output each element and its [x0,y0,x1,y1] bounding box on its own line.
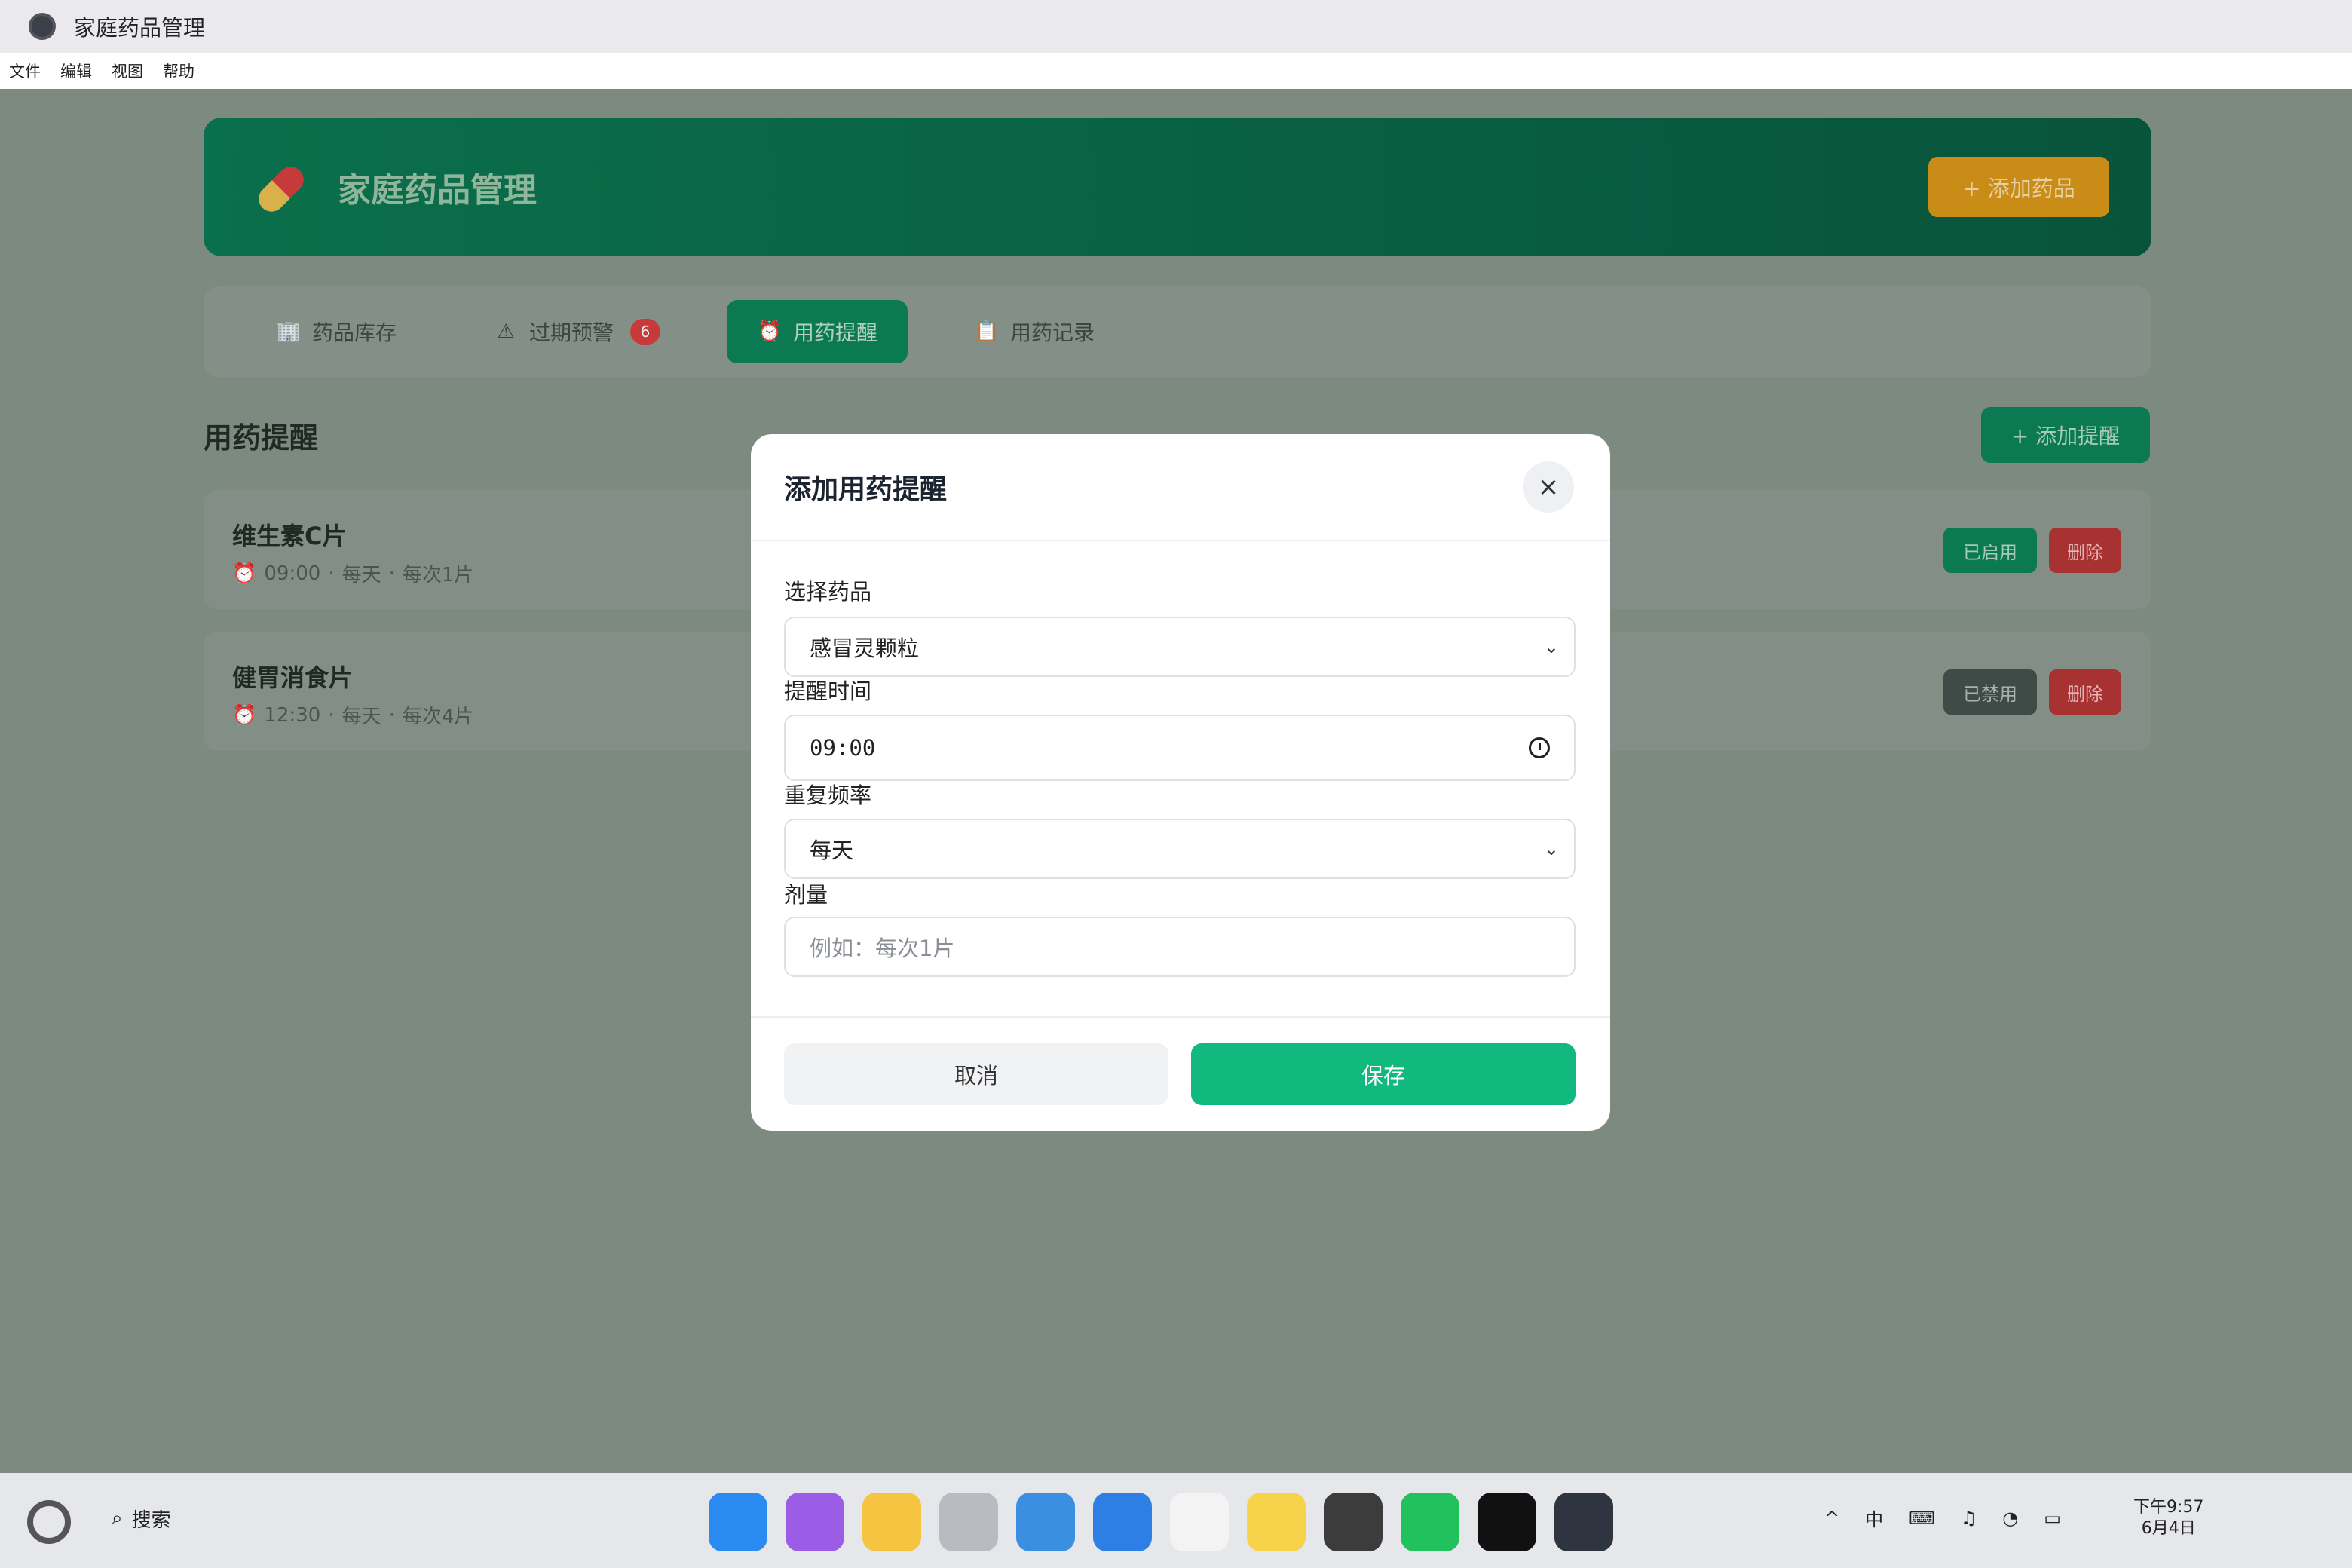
medicine-value: 感冒灵颗粒 [810,635,920,661]
chevron-up-icon[interactable]: ^ [1824,1508,1839,1529]
chevron-down-icon: ⌄ [1543,838,1559,859]
clipboard-icon: 📋 [974,320,1000,343]
dialog-footer-divider [751,1016,1610,1018]
dock [709,1493,1613,1551]
medicine-select[interactable]: 感冒灵颗粒 ⌄ [784,617,1576,677]
reminder-meta: ⏰ 09:00 · 每天 · 每次1片 [232,559,473,587]
wifi-icon[interactable]: ◔ [2002,1508,2018,1529]
tab-reminders[interactable]: ⏰ 用药提醒 [727,300,908,363]
start-button[interactable] [27,1500,71,1544]
tab-records[interactable]: 📋 用药记录 [944,300,1125,363]
dose-placeholder: 例如：每次1片 [810,936,955,961]
add-reminder-button[interactable]: + 添加提醒 [1981,407,2150,463]
clock-date: 6月4日 [2141,1519,2196,1538]
taskbar-search[interactable]: ⌕ 搜索 [112,1505,171,1533]
reminder-time: 09:00 [264,562,321,585]
tab-bar: 🏢 药品库存 ⚠ 过期预警 6 ⏰ 用药提醒 📋 用药记录 [204,286,2151,377]
app-title: 家庭药品管理 [338,171,537,210]
title-bar: 家庭药品管理 [0,0,2352,53]
taskbar: ⌕ 搜索 ^ 中 ⌨ ♫ ◔ ▭ 下午9:57 6月4日 [0,1473,2352,1568]
pill-icon [250,157,311,217]
add-reminder-dialog: 添加用药提醒 × 选择药品 感冒灵颗粒 ⌄ 提醒时间 09:00 重复频率 每天… [751,434,1610,1131]
menu-file[interactable]: 文件 [9,60,41,82]
headphones-icon[interactable]: ♫ [1961,1508,1977,1529]
add-medicine-button[interactable]: + 添加药品 [1928,157,2109,217]
time-label: 提醒时间 [784,678,872,704]
warning-icon: ⚠ [497,320,515,343]
reminder-meta: ⏰ 12:30 · 每天 · 每次4片 [232,701,473,729]
time-input[interactable]: 09:00 [784,715,1576,781]
launcher-icon[interactable] [709,1493,767,1551]
reminder-name: 健胃消食片 [232,663,354,692]
delete-button[interactable]: 删除 [2049,669,2121,715]
system-tray: ^ 中 ⌨ ♫ ◔ ▭ [1824,1505,2061,1531]
menu-edit[interactable]: 编辑 [60,60,92,82]
search-label: 搜索 [131,1509,171,1532]
count-badge: 6 [630,319,661,345]
alarm-clock-icon: ⏰ [757,320,782,343]
mail-icon[interactable] [1093,1493,1152,1551]
tab-label: 药品库存 [312,320,397,345]
building-icon: 🏢 [276,320,302,343]
status-toggle-button[interactable]: 已启用 [1943,528,2037,573]
music-icon[interactable] [1478,1493,1536,1551]
chevron-down-icon: ⌄ [1543,636,1559,657]
dialog-title: 添加用药提醒 [784,474,948,505]
clock-time: 下午9:57 [2133,1498,2204,1517]
app-header: 家庭药品管理 + 添加药品 [204,118,2151,256]
tab-label: 过期预警 [529,320,614,345]
reminder-time: 12:30 [264,703,321,727]
electron-app-icon[interactable] [1554,1493,1613,1551]
save-button[interactable]: 保存 [1191,1043,1576,1105]
trash-icon[interactable] [939,1493,998,1551]
multitask-icon[interactable] [786,1493,844,1551]
alarm-clock-icon: ⏰ [232,703,257,727]
frequency-label: 重复频率 [784,782,872,808]
dose-label: 剂量 [784,882,828,908]
photos-icon[interactable] [1170,1493,1229,1551]
reminder-name: 维生素C片 [232,522,347,550]
files-icon[interactable] [862,1493,921,1551]
dialog-header: 添加用药提醒 [751,434,1610,541]
reminder-freq: 每天 [341,564,381,586]
browser-icon[interactable] [1016,1493,1075,1551]
delete-button[interactable]: 删除 [2049,528,2121,573]
frequency-select[interactable]: 每天 ⌄ [784,819,1576,879]
tab-expiry-warning[interactable]: ⚠ 过期预警 6 [463,300,691,363]
system-clock[interactable]: 下午9:57 6月4日 [2133,1497,2203,1539]
tab-label: 用药提醒 [793,320,878,345]
wechat-icon[interactable] [1401,1493,1459,1551]
menu-help[interactable]: 帮助 [163,60,194,82]
menu-bar: 文件 编辑 视图 帮助 [0,53,2352,89]
clock-icon[interactable] [1529,737,1550,758]
notes-icon[interactable] [1247,1493,1306,1551]
keyboard-icon[interactable]: ⌨ [1909,1508,1935,1529]
dose-input[interactable]: 例如：每次1片 [784,917,1576,977]
tab-label: 用药记录 [1010,320,1095,345]
section-title: 用药提醒 [204,421,319,455]
reminder-dose: 每次1片 [402,564,474,586]
frequency-value: 每天 [810,838,854,863]
menu-view[interactable]: 视图 [112,60,143,82]
reminder-dose: 每次4片 [402,706,474,728]
battery-icon[interactable]: ▭ [2044,1508,2061,1529]
settings-icon[interactable] [1324,1493,1383,1551]
tab-inventory[interactable]: 🏢 药品库存 [246,300,427,363]
medicine-label: 选择药品 [784,579,872,605]
cancel-button[interactable]: 取消 [784,1043,1168,1105]
close-icon[interactable]: × [1523,461,1574,513]
time-value: 09:00 [810,735,876,761]
ime-indicator[interactable]: 中 [1865,1505,1883,1531]
alarm-clock-icon: ⏰ [232,562,257,585]
window-title: 家庭药品管理 [74,15,206,41]
reminder-freq: 每天 [341,706,381,728]
app-icon [29,13,56,40]
status-toggle-button[interactable]: 已禁用 [1943,669,2037,715]
search-icon: ⌕ [112,1507,123,1530]
